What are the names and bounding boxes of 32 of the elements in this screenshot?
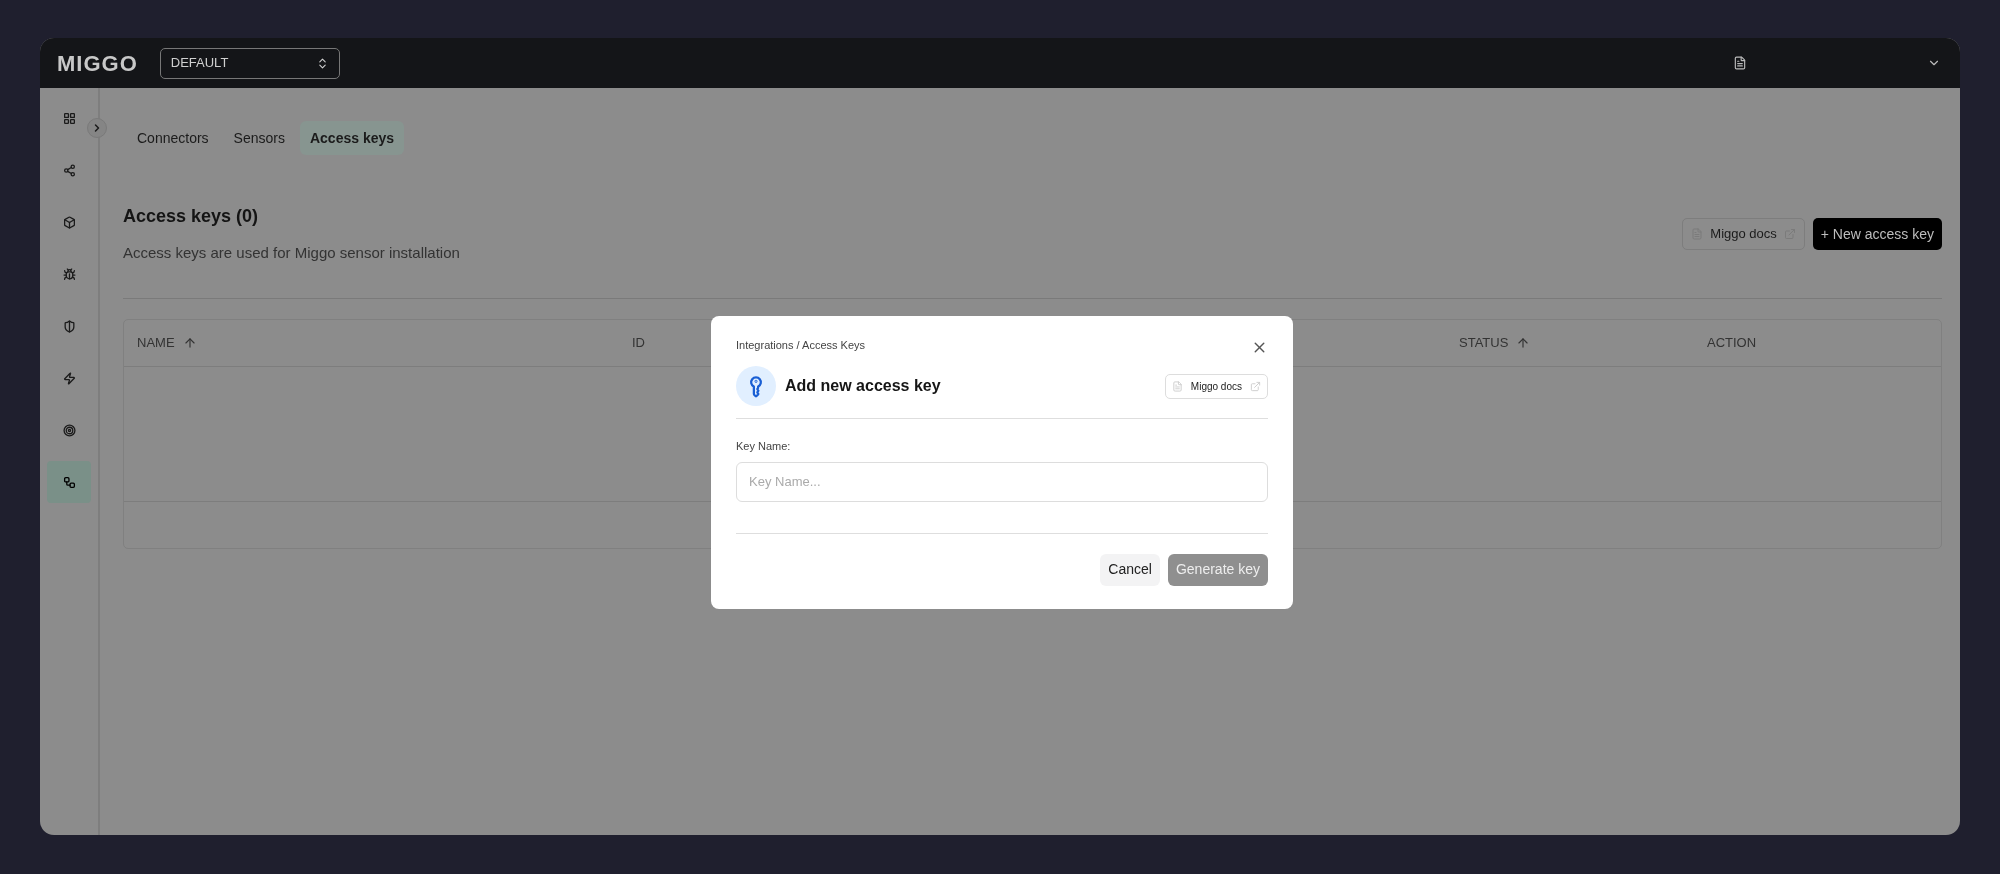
page-subtitle: Access keys are used for Miggo sensor installation <box>123 243 461 263</box>
logo: MIGGO <box>57 49 138 78</box>
share-icon <box>62 163 76 177</box>
expand-button[interactable] <box>87 118 107 138</box>
cancel-button[interactable]: Cancel <box>1100 553 1160 586</box>
document-icon[interactable] <box>1733 56 1747 70</box>
external-link-icon <box>1250 380 1261 392</box>
nodes-icon <box>62 475 76 489</box>
target-icon <box>62 423 76 437</box>
docs-button[interactable]: Miggo docs <box>1164 373 1268 399</box>
tab[interactable]: Access keys <box>299 121 405 155</box>
sidebar-item[interactable] <box>47 461 91 503</box>
docs-button[interactable]: Miggo docs <box>1682 218 1805 250</box>
bug-icon <box>62 267 76 281</box>
column-header: STATUS <box>1459 333 1509 352</box>
shield-icon <box>62 319 76 333</box>
breadcrumb: Integrations / Access Keys <box>736 337 865 353</box>
workspace-select[interactable]: DEFAULT <box>159 47 340 79</box>
column-header: ACTION <box>1707 333 1757 352</box>
column-header: NAME <box>137 333 175 352</box>
grid-icon <box>62 111 76 125</box>
page-title: Access keys (0) <box>123 205 260 228</box>
field-label: Key Name: <box>736 439 792 454</box>
tab[interactable]: Sensors <box>223 121 295 155</box>
tab[interactable]: Connectors <box>127 121 219 155</box>
key-name-input[interactable]: Key Name... <box>736 461 1268 502</box>
box-icon <box>62 215 76 229</box>
column-header: ID <box>632 333 645 352</box>
modal-title: Add new access key <box>785 376 941 396</box>
document-icon <box>1171 380 1183 392</box>
bolt-icon <box>62 371 76 385</box>
new-access-key-button[interactable]: + New access key <box>1812 218 1942 250</box>
